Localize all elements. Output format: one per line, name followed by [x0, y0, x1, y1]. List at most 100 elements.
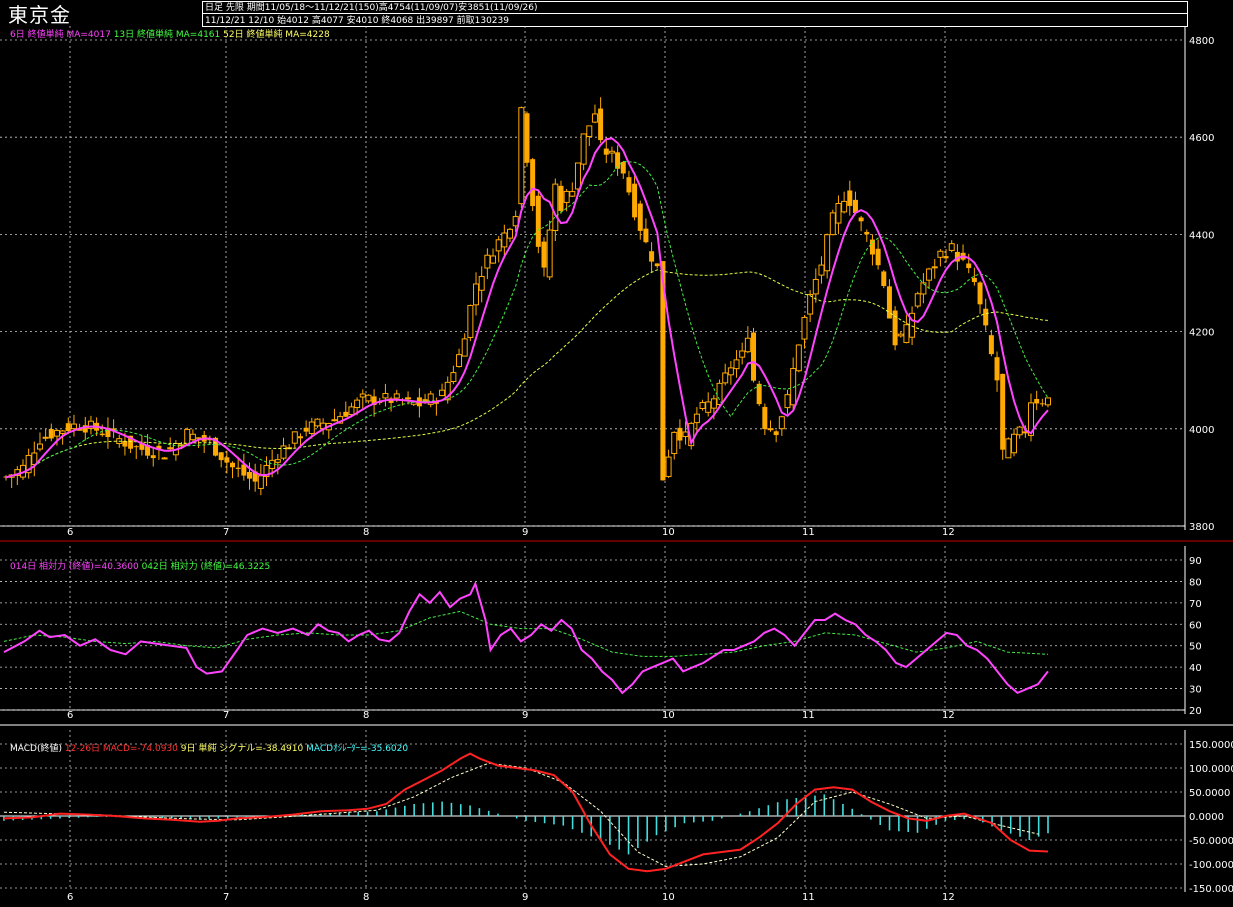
candle-body-up: [608, 150, 615, 154]
candle-body-up: [274, 459, 281, 463]
candle-body-down: [966, 263, 972, 269]
candle-body-up: [167, 447, 174, 450]
macd-y-tick: 150.0000: [1189, 740, 1233, 751]
macd-x-tick: 7: [223, 892, 229, 903]
candle-body-up: [665, 456, 672, 477]
rsi-y-tick: 80: [1189, 577, 1202, 588]
candle-body-up: [59, 430, 66, 434]
rsi-x-tick: 7: [223, 710, 229, 721]
candle-body-up: [699, 402, 706, 409]
candle-body-up: [744, 337, 751, 353]
candle-body-down: [847, 190, 853, 206]
candle-body-down: [626, 177, 632, 193]
candle-body-up: [586, 125, 593, 137]
candle-body-up: [495, 239, 502, 252]
rsi-y-tick: 30: [1189, 685, 1202, 696]
candle-body-down: [971, 277, 977, 283]
candle-body-up: [727, 367, 734, 376]
candle-body-up: [580, 133, 587, 165]
rsi-y-tick: 40: [1189, 663, 1202, 674]
candle-body-down: [303, 427, 309, 432]
candle-body-up: [710, 398, 717, 409]
macd-y-tick: 0.0000: [1189, 812, 1224, 823]
candle-body-down: [977, 282, 983, 305]
candle-body-down: [541, 241, 547, 268]
candle-body-up: [456, 354, 463, 368]
candle-body-down: [48, 429, 54, 439]
candle-body-up: [682, 431, 689, 438]
candle-body-down: [773, 431, 779, 436]
candle-body-up: [382, 393, 389, 399]
candle-body-up: [478, 276, 485, 291]
candle-body-up: [70, 423, 77, 430]
candle-body-down: [297, 436, 303, 439]
candle-body-down: [65, 423, 71, 431]
candle-body-up: [926, 268, 933, 281]
macd-x-tick: 12: [942, 892, 955, 903]
candle-body-down: [864, 231, 870, 235]
candle-body-up: [574, 162, 581, 190]
candle-body-up: [405, 397, 412, 400]
macd-y-tick: -100.0000: [1189, 860, 1233, 871]
ma13-line: [5, 160, 1049, 478]
candle-body-down: [994, 357, 1000, 381]
candle-body-up: [450, 372, 457, 383]
price-x-tick: 10: [662, 527, 675, 538]
candle-body-up: [161, 457, 168, 460]
candle-body-up: [257, 475, 264, 489]
candle-body-up: [733, 359, 740, 370]
candle-body-up: [778, 416, 785, 430]
price-x-tick: 7: [223, 527, 229, 538]
price-x-tick: 11: [802, 527, 815, 538]
candle-body-up: [807, 293, 814, 315]
rsi42-line: [3, 610, 1049, 657]
candle-body-up: [818, 264, 825, 276]
rsi-y-tick: 50: [1189, 642, 1202, 653]
price-y-tick: 4600: [1189, 133, 1214, 144]
candle-body-down: [218, 452, 224, 461]
candle-body-up: [184, 428, 191, 445]
candle-body-up: [314, 418, 321, 427]
candle-body-up: [903, 324, 910, 344]
rsi-y-tick: 70: [1189, 599, 1202, 610]
price-y-tick: 4400: [1189, 230, 1214, 241]
candle-body-up: [280, 445, 287, 459]
candle-body-up: [739, 350, 746, 358]
candle-body-up: [467, 305, 474, 338]
price-y-tick: 4800: [1189, 36, 1214, 47]
candle-body-down: [150, 455, 156, 459]
candle-body-down: [637, 203, 643, 231]
candle-body-up: [931, 266, 938, 269]
candle-body-up: [801, 316, 808, 340]
price-x-tick: 12: [942, 527, 955, 538]
candle-body-down: [99, 433, 105, 436]
candle-body-down: [943, 256, 949, 259]
candle-body-up: [518, 107, 525, 205]
candle-body-down: [654, 263, 660, 267]
rsi14-line: [3, 580, 1049, 695]
candle-body-up: [359, 393, 366, 398]
candle-body-up: [546, 229, 553, 278]
candle-body-up: [784, 394, 791, 409]
candle-body-down: [756, 383, 762, 405]
rsi-y-tick: 60: [1189, 620, 1202, 631]
candle-body-up: [53, 430, 60, 437]
candle-body-up: [331, 419, 338, 422]
candle-body-up: [42, 436, 49, 439]
candle-body-down: [620, 162, 626, 174]
candle-body-up: [693, 413, 700, 424]
candle-body-down: [632, 183, 638, 218]
candle-body-up: [507, 228, 514, 239]
candle-body-up: [671, 431, 678, 454]
candle-body-up: [439, 389, 446, 397]
price-y-tick: 3800: [1189, 522, 1214, 533]
candle-body-down: [122, 441, 128, 447]
price-x-tick: 6: [67, 527, 73, 538]
stock-chart: 3800 4000 4200 4400 4600 4800 6 7 8 9 10 11 12 6 7 8 9 10…: [0, 26, 1233, 903]
candle-body-up: [824, 234, 831, 272]
candle-body-up: [365, 394, 372, 402]
candle-body-down: [762, 406, 768, 430]
candle-body-up: [937, 250, 944, 258]
rsi-x-tick: 11: [802, 710, 815, 721]
candle-body-up: [812, 278, 819, 295]
